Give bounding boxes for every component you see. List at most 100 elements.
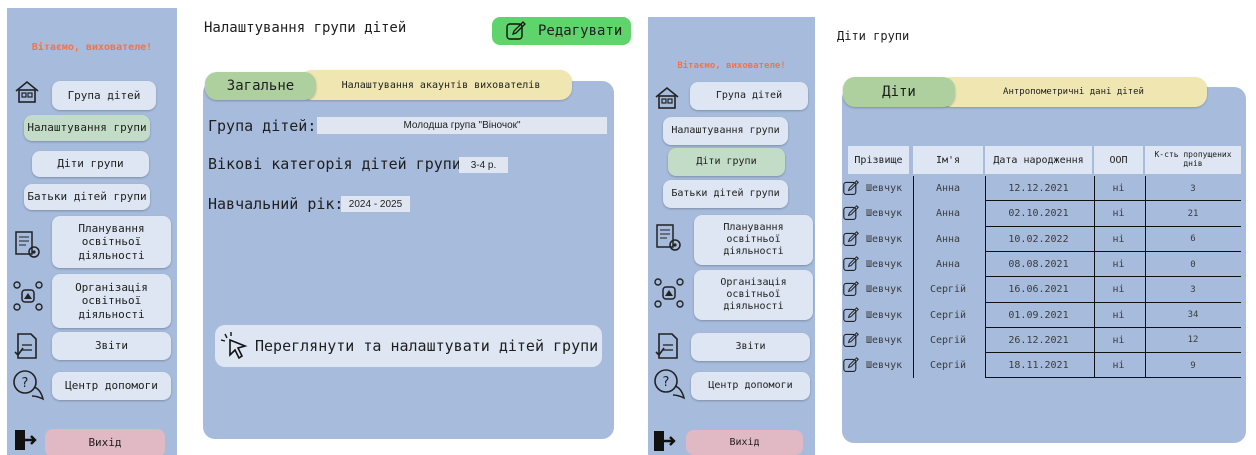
cell-oop: ні [1112, 183, 1125, 195]
header-oop: ООП [1094, 146, 1143, 174]
organization-icon [651, 275, 687, 311]
menu-help-button[interactable]: Центр допомоги [691, 372, 810, 400]
menu-group-button[interactable]: Група дітей [690, 82, 808, 110]
column-divider [1145, 176, 1146, 379]
exit-icon [12, 426, 40, 454]
welcome-text: Вітаємо, вихователе! [677, 61, 786, 71]
menu-exit-button[interactable]: Вихід [45, 429, 165, 455]
edit-icon[interactable] [843, 180, 859, 200]
menu-reports-button[interactable]: Звіти [52, 332, 171, 360]
cell-name: Анна [935, 208, 961, 220]
cell-missed-days: 9 [1190, 360, 1196, 371]
svg-text:?: ? [663, 375, 670, 390]
page-title: Діти групи [837, 29, 910, 43]
menu-planning-button[interactable]: Планування освітньої діяльності [52, 216, 171, 268]
edit-icon[interactable] [843, 306, 859, 327]
header-birthdate: Дата народження [985, 146, 1092, 174]
cell-missed-days: 12 [1187, 335, 1199, 346]
header-missed-days: К-сть пропущених днів [1145, 146, 1241, 174]
house-icon [13, 78, 41, 106]
column-divider [913, 176, 914, 379]
view-children-button[interactable]: Переглянути та налаштувати дітей групи [215, 325, 602, 367]
house-icon [652, 83, 682, 113]
cell-surname: Шевчук [866, 233, 903, 245]
menu-group-parents-button[interactable]: Батьки дітей групи [24, 184, 150, 210]
menu-exit-button[interactable]: Вихід [686, 430, 803, 455]
cell-oop: ні [1112, 360, 1125, 372]
help-icon: ? [11, 368, 47, 402]
svg-text:?: ? [22, 376, 29, 391]
menu-group-button[interactable]: Група дітей [52, 81, 156, 110]
cell-oop: ні [1112, 309, 1125, 321]
cell-missed-days: 21 [1187, 208, 1199, 219]
cell-birthdate: 10.02.2022 [1008, 233, 1069, 245]
cursor-click-icon [219, 330, 251, 362]
cell-oop: ні [1112, 208, 1125, 220]
tab-accounts[interactable]: Налаштування акаунтів вихователів [300, 70, 572, 100]
tab-anthropometry[interactable]: Антропометричні дані дітей [940, 77, 1207, 107]
edit-icon[interactable] [843, 357, 859, 377]
tab-general[interactable]: Загальне [205, 72, 316, 100]
cell-birthdate: 01.09.2021 [1008, 309, 1069, 321]
cell-missed-days: 3 [1190, 183, 1196, 194]
cell-missed-days: 3 [1190, 284, 1196, 295]
cell-oop: ні [1112, 334, 1125, 346]
cell-surname: Шевчук [866, 334, 903, 346]
organization-icon [10, 278, 46, 314]
reports-icon [12, 331, 42, 361]
cell-birthdate: 12.12.2021 [1008, 183, 1069, 195]
left-sidebar: Вітаємо, вихователе! Група дітей Налашту… [7, 8, 177, 455]
planning-icon [11, 228, 45, 262]
cell-surname: Шевчук [866, 183, 903, 195]
column-divider [1094, 176, 1095, 379]
cell-missed-days: 0 [1190, 259, 1196, 270]
edit-icon[interactable] [843, 255, 859, 276]
cell-surname: Шевчук [866, 259, 903, 271]
menu-group-settings-button[interactable]: Налаштування групи [24, 115, 150, 141]
tab-children[interactable]: Діти [843, 77, 955, 107]
menu-organization-button[interactable]: Організація освітньої діяльності [52, 274, 171, 328]
cell-oop: ні [1112, 259, 1125, 271]
menu-group-settings-button[interactable]: Налаштування групи [663, 117, 788, 145]
year-value-field[interactable]: 2024 - 2025 [341, 196, 410, 212]
cell-birthdate: 26.12.2021 [1008, 334, 1069, 346]
cell-oop: ні [1112, 284, 1125, 296]
edit-icon [506, 21, 526, 41]
help-icon: ? [652, 367, 688, 401]
cell-name: Анна [935, 259, 961, 271]
edit-icon[interactable] [843, 230, 859, 251]
header-surname: Прізвище [848, 146, 909, 174]
exit-icon [651, 427, 679, 455]
cell-name: Сергій [929, 309, 967, 321]
cell-name: Анна [935, 233, 961, 245]
menu-group-children-button[interactable]: Діти групи [668, 148, 785, 176]
cell-surname: Шевчук [866, 360, 903, 372]
edit-icon[interactable] [843, 205, 859, 225]
cell-name: Сергій [929, 360, 967, 372]
cell-birthdate: 18.11.2021 [1008, 360, 1069, 372]
cell-name: Сергій [929, 334, 967, 346]
group-value-field[interactable]: Молодша група "Віночок" [317, 117, 607, 134]
edit-button[interactable]: Редагувати [492, 17, 631, 45]
menu-organization-button[interactable]: Організація освітньої діяльності [694, 270, 813, 320]
cell-name: Анна [935, 183, 961, 195]
reports-icon [653, 331, 683, 361]
row-divider [985, 377, 1241, 379]
cell-birthdate: 16.06.2021 [1008, 284, 1069, 296]
menu-group-parents-button[interactable]: Батьки дітей групи [663, 180, 788, 208]
planning-icon [652, 221, 686, 255]
menu-help-button[interactable]: Центр допомоги [52, 372, 171, 400]
edit-icon[interactable] [843, 281, 859, 301]
menu-group-children-button[interactable]: Діти групи [32, 151, 149, 177]
menu-planning-button[interactable]: Планування освітньої діяльності [694, 215, 813, 265]
cell-birthdate: 08.08.2021 [1008, 259, 1069, 271]
page-title: Налаштування групи дітей [204, 20, 407, 36]
age-value-field[interactable]: 3-4 р. [459, 157, 508, 173]
edit-icon[interactable] [843, 331, 859, 352]
year-label: Навчальний рік: [208, 195, 344, 213]
cell-oop: ні [1112, 233, 1125, 245]
column-divider [985, 176, 986, 379]
right-sidebar: Вітаємо, вихователе! Група дітей Налашту… [648, 17, 815, 455]
menu-reports-button[interactable]: Звіти [691, 333, 810, 361]
cell-surname: Шевчук [866, 284, 903, 296]
